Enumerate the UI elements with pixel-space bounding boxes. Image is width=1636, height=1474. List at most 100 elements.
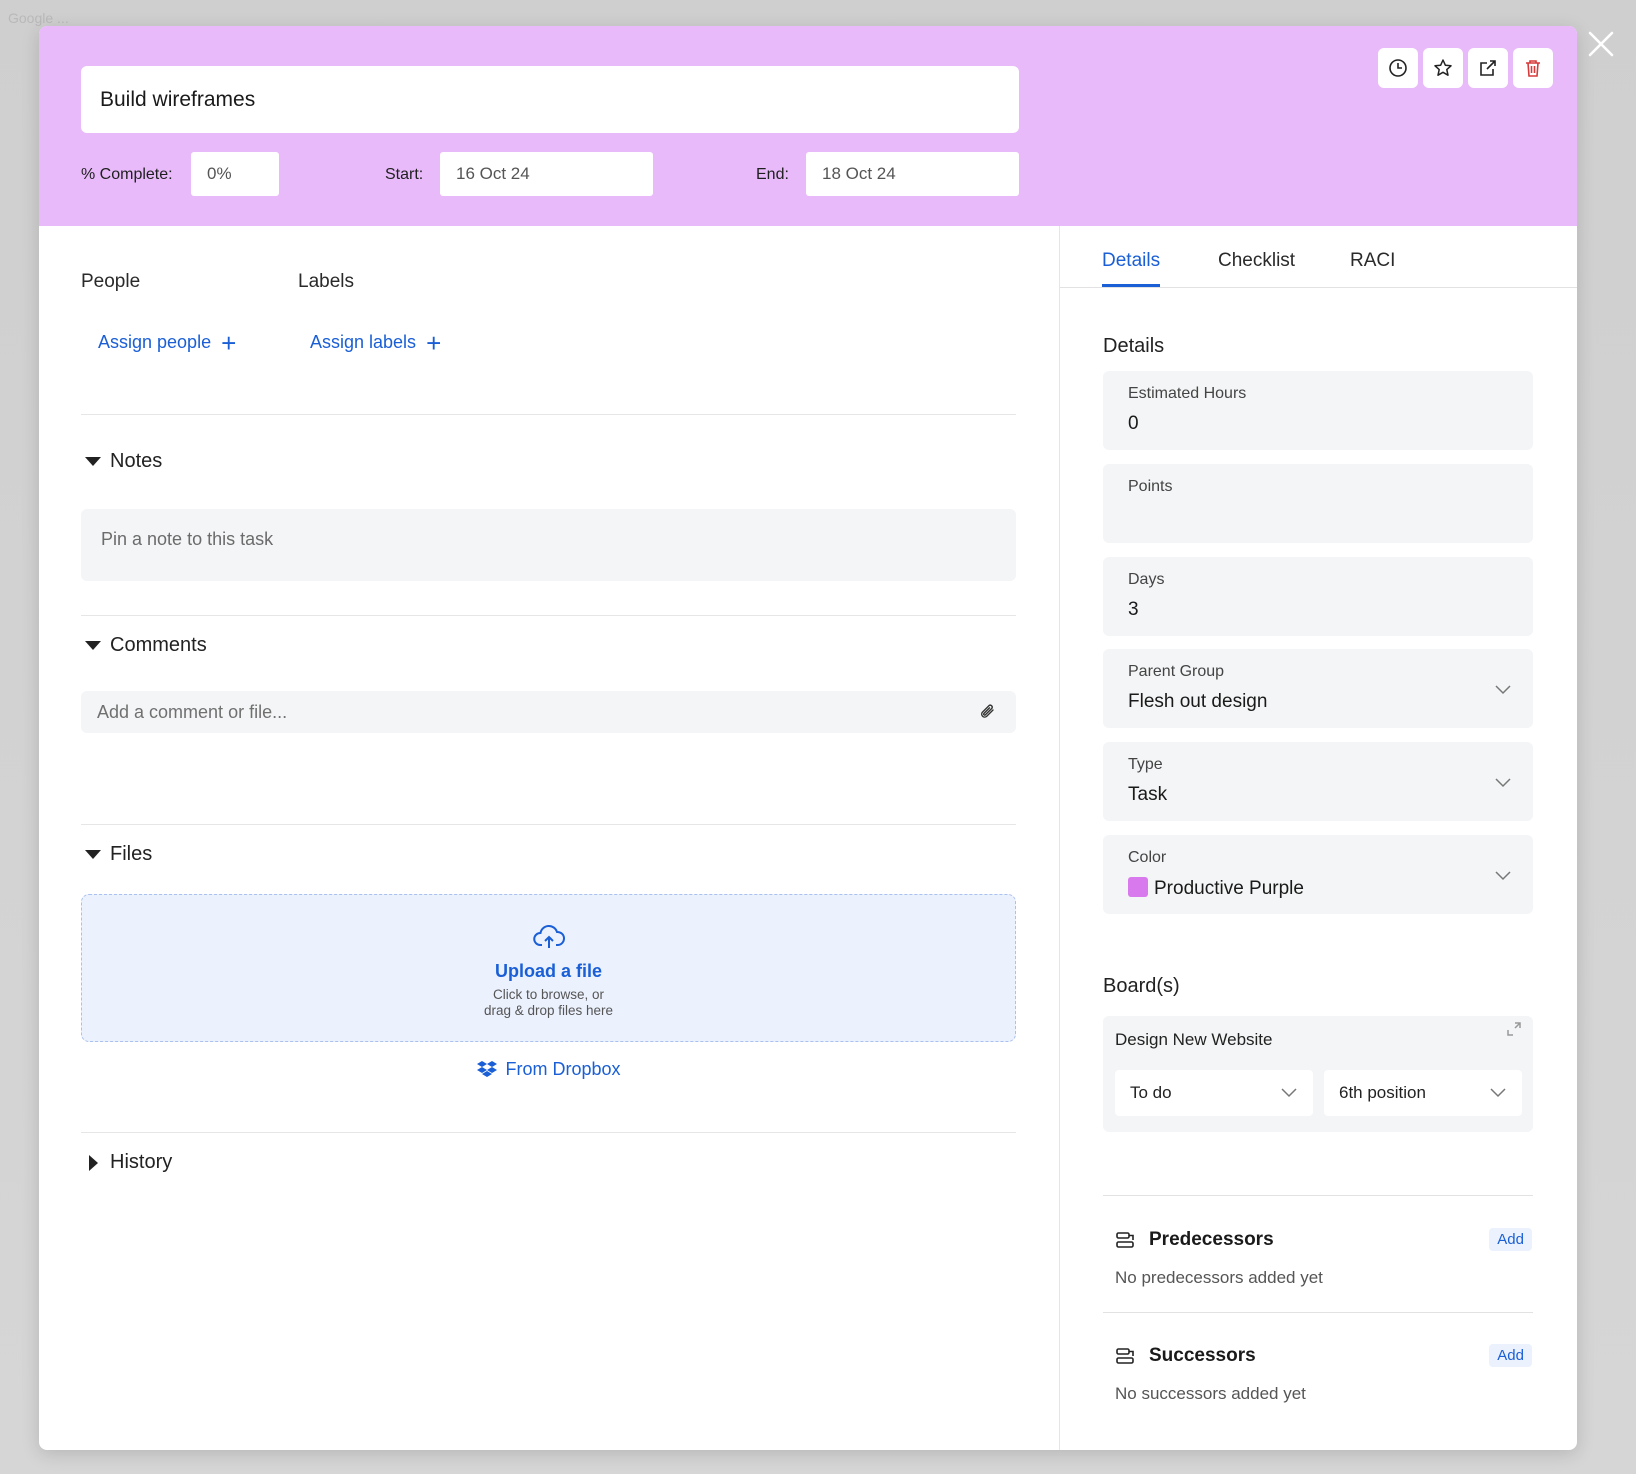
board-status-select[interactable]: To do [1115,1070,1313,1116]
field-value: 3 [1128,599,1139,620]
dependency-icon [1116,1232,1134,1248]
field-value: 0 [1128,413,1139,434]
expand-icon[interactable] [1507,1022,1521,1036]
history-button[interactable] [1378,48,1418,88]
predecessors-heading: Predecessors [1115,1229,1274,1251]
upload-subtitle-line2: drag & drop files here [483,1003,614,1018]
board-card: Design New Website To do 6th position [1103,1016,1533,1132]
close-modal-button[interactable] [1584,28,1618,62]
assign-labels-button[interactable]: Assign labels + [310,327,442,358]
comments-title: Comments [110,634,207,656]
field-value: Productive Purple [1128,877,1304,900]
open-external-button[interactable] [1468,48,1508,88]
board-status-value: To do [1130,1083,1172,1102]
divider [81,615,1016,616]
details-heading: Details [1103,335,1165,357]
people-label: People [81,271,141,292]
days-field[interactable]: Days 3 [1103,557,1533,636]
caret-down-icon [85,850,101,859]
successors-empty-text: No successors added yet [1115,1384,1306,1403]
close-icon [1588,31,1614,57]
chevron-down-icon [1495,778,1511,788]
files-toggle[interactable]: Files [85,843,152,866]
left-column: People Labels Assign people + Assign lab… [39,226,1059,1450]
history-title: History [110,1151,173,1173]
field-label: Color [1128,849,1167,866]
field-label: Parent Group [1128,663,1225,680]
assign-people-button[interactable]: Assign people + [98,327,237,358]
field-label: Type [1128,756,1163,773]
divider [81,824,1016,825]
cloud-upload-icon [532,924,565,948]
modal-header: Build wireframes % Complete: 0% Start: 1… [39,26,1577,226]
upload-subtitle: Click to browse, or drag & drop files he… [82,987,1015,1019]
comment-input[interactable]: Add a comment or file... [81,691,1016,733]
clock-icon [1389,59,1407,77]
predecessors-empty-text: No predecessors added yet [1115,1268,1323,1287]
add-successor-button[interactable]: Add [1489,1344,1532,1367]
task-title-input[interactable]: Build wireframes [81,66,1019,133]
end-date-input[interactable]: 18 Oct 24 [806,152,1019,196]
delete-button[interactable] [1513,48,1553,88]
chevron-down-icon [1495,871,1511,881]
divider [81,414,1016,415]
start-date-input[interactable]: 16 Oct 24 [440,152,653,196]
estimated-hours-field[interactable]: Estimated Hours 0 [1103,371,1533,450]
board-position-select[interactable]: 6th position [1324,1070,1522,1116]
labels-label: Labels [298,271,354,292]
notes-toggle[interactable]: Notes [85,450,162,473]
star-icon [1434,59,1452,76]
tab-details[interactable]: Details [1102,250,1161,287]
predecessors-title: Predecessors [1149,1229,1274,1250]
dropbox-label: From Dropbox [505,1059,621,1079]
end-label: End: [756,166,789,183]
add-predecessor-button[interactable]: Add [1489,1228,1532,1251]
color-swatch [1128,877,1148,897]
dependency-icon [1116,1348,1134,1364]
assign-people-label: Assign people [98,332,212,352]
chevron-down-icon [1281,1088,1297,1098]
comments-toggle[interactable]: Comments [85,634,207,657]
color-select[interactable]: Color Productive Purple [1103,835,1533,914]
from-dropbox-button[interactable]: From Dropbox [39,1059,1059,1080]
divider [1103,1312,1533,1313]
start-label: Start: [385,166,424,183]
field-label: Estimated Hours [1128,385,1247,402]
successors-title: Successors [1149,1345,1256,1366]
upload-title: Upload a file [494,961,602,981]
boards-heading: Board(s) [1103,975,1180,997]
favorite-button[interactable] [1423,48,1463,88]
file-upload-dropzone[interactable]: Upload a file Click to browse, or drag &… [81,894,1016,1042]
board-name: Design New Website [1115,1030,1273,1049]
right-column: Details Checklist RACI Details Estimated… [1059,226,1577,1450]
type-select[interactable]: Type Task [1103,742,1533,821]
complete-input[interactable]: 0% [191,152,279,196]
divider [81,1132,1016,1133]
successors-heading: Successors [1115,1345,1256,1367]
notes-title: Notes [110,450,163,472]
divider [1103,1195,1533,1196]
caret-right-icon [89,1154,98,1171]
paperclip-icon[interactable] [978,702,998,722]
header-actions [1378,48,1553,88]
comment-placeholder: Add a comment or file... [97,702,288,722]
field-value: Flesh out design [1128,691,1268,712]
caret-down-icon [85,641,101,650]
tab-bar: Details Checklist RACI [1060,226,1577,288]
task-modal: Build wireframes % Complete: 0% Start: 1… [39,26,1577,1450]
tab-raci[interactable]: RACI [1350,250,1395,284]
points-field[interactable]: Points [1103,464,1533,543]
assign-labels-label: Assign labels [310,332,417,352]
field-label: Points [1128,478,1173,495]
upload-subtitle-line1: Click to browse, or [492,987,605,1002]
note-input[interactable]: Pin a note to this task [81,509,1016,581]
plus-icon: + [221,327,237,358]
chevron-down-icon [1490,1088,1506,1098]
color-name: Productive Purple [1154,878,1304,899]
complete-label: % Complete: [81,166,173,183]
parent-group-select[interactable]: Parent Group Flesh out design [1103,649,1533,728]
plus-icon: + [426,327,442,358]
tab-checklist[interactable]: Checklist [1218,250,1295,284]
field-label: Days [1128,571,1165,588]
history-toggle[interactable]: History [85,1151,172,1174]
